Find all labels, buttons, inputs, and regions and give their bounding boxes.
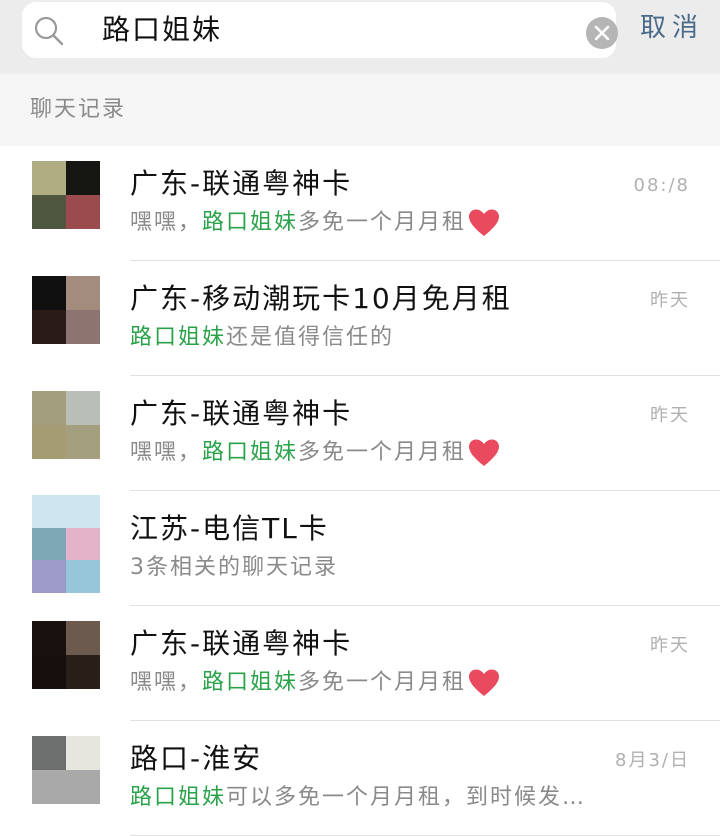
snippet-text: 多免一个月月租	[298, 440, 467, 465]
search-field[interactable]: 路口姐妹	[22, 2, 618, 58]
snippet-text: 3条相关的聊天记录	[130, 555, 338, 580]
close-icon	[594, 25, 610, 41]
chat-result-row[interactable]: 路口-淮安 8月3/日路口姐妹可以多免一个月月租，到时候发…	[0, 721, 720, 836]
chat-result-row[interactable]: 广东-联通粤神卡 昨天嘿嘿，路口姐妹多免一个月月租	[0, 376, 720, 491]
search-input[interactable]: 路口姐妹	[102, 11, 222, 49]
avatar	[32, 495, 100, 593]
snippet-text: 还是值得信任的	[226, 325, 395, 350]
search-icon	[34, 16, 64, 46]
chat-snippet: 嘿嘿，路口姐妹多免一个月月租	[130, 207, 500, 239]
chat-snippet: 路口姐妹还是值得信任的	[130, 322, 394, 354]
chat-time: 08:/8	[633, 175, 690, 196]
clear-search-button[interactable]	[586, 17, 618, 49]
chat-title: 江苏-电信TL卡	[130, 512, 329, 545]
result-list: 广东-联通粤神卡 08:/8 嘿嘿，路口姐妹多免一个月月租 广东-移动潮玩卡10月免月…	[0, 146, 720, 836]
chat-time: 昨天	[650, 290, 690, 311]
snippet-text: 嘿嘿，	[130, 210, 203, 235]
avatar	[32, 736, 100, 804]
snippet-match: 路口姐妹	[130, 325, 227, 350]
search-bar-area: 路口姐妹 取消	[0, 0, 720, 74]
snippet-text: 多免一个月月租	[298, 210, 467, 235]
snippet-match: 路口姐妹	[202, 670, 299, 695]
avatar	[32, 621, 100, 689]
section-title: 聊天记录	[30, 97, 127, 122]
snippet-text: 多免一个月月租	[298, 670, 467, 695]
chat-result-row[interactable]: 广东-联通粤神卡 昨天嘿嘿，路口姐妹多免一个月月租	[0, 606, 720, 721]
chat-title: 广东-移动潮玩卡10月免月租	[130, 282, 512, 315]
chat-title: 广东-联通粤神卡	[130, 397, 353, 430]
chat-result-row[interactable]: 江苏-电信TL卡 3条相关的聊天记录	[0, 491, 720, 606]
chat-snippet: 嘿嘿，路口姐妹多免一个月月租	[130, 667, 500, 699]
chat-snippet: 路口姐妹可以多免一个月月租，到时候发…	[130, 782, 586, 814]
avatar	[32, 391, 100, 459]
chat-time: 昨天	[650, 635, 690, 656]
cancel-button[interactable]: 取消	[640, 10, 704, 46]
heart-icon	[469, 209, 500, 236]
heart-icon	[469, 669, 500, 696]
snippet-text: 可以多免一个月月租，到时候发…	[226, 785, 587, 810]
chat-title: 路口-淮安	[130, 742, 263, 775]
snippet-match: 路口姐妹	[130, 785, 227, 810]
avatar	[32, 161, 100, 229]
snippet-match: 路口姐妹	[202, 210, 299, 235]
snippet-match: 路口姐妹	[202, 440, 299, 465]
section-header: 聊天记录	[0, 74, 720, 146]
avatar	[32, 276, 100, 344]
heart-icon	[469, 439, 500, 466]
snippet-text: 嘿嘿，	[130, 440, 203, 465]
chat-result-row[interactable]: 广东-联通粤神卡 08:/8 嘿嘿，路口姐妹多免一个月月租	[0, 146, 720, 261]
chat-title: 广东-联通粤神卡	[130, 627, 353, 660]
chat-time: 8月3/日	[615, 750, 690, 771]
chat-result-row[interactable]: 广东-移动潮玩卡10月免月租 昨天路口姐妹还是值得信任的	[0, 261, 720, 376]
chat-snippet: 3条相关的聊天记录	[130, 552, 338, 584]
chat-time: 昨天	[650, 405, 690, 426]
chat-title: 广东-联通粤神卡	[130, 167, 353, 200]
snippet-text: 嘿嘿，	[130, 670, 203, 695]
chat-snippet: 嘿嘿，路口姐妹多免一个月月租	[130, 437, 500, 469]
